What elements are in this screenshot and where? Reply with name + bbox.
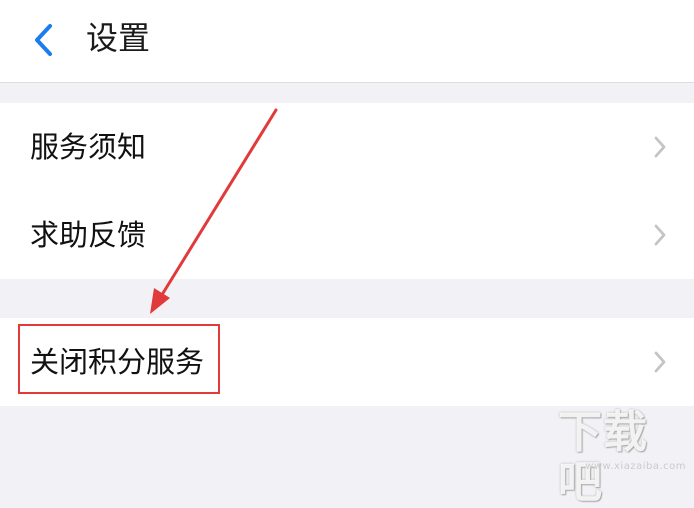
settings-item-help-feedback[interactable]: 求助反馈	[0, 191, 694, 279]
chevron-right-icon	[654, 136, 666, 158]
back-chevron-icon[interactable]	[28, 20, 64, 60]
chevron-right-icon	[654, 351, 666, 373]
settings-item-label: 求助反馈	[30, 218, 147, 252]
watermark-logo: 下载吧 www.xiazaiba.com	[558, 402, 688, 508]
nav-header: 设置	[0, 0, 694, 83]
watermark-url: www.xiazaiba.com	[585, 461, 686, 472]
watermark-text: 下载吧	[558, 407, 648, 508]
page-title: 设置	[86, 19, 151, 57]
settings-group-1: 服务须知 求助反馈	[0, 103, 694, 279]
chevron-right-icon	[654, 224, 666, 246]
settings-item-label: 服务须知	[30, 130, 147, 164]
settings-item-service-notice[interactable]: 服务须知	[0, 103, 694, 191]
highlight-annotation-box	[18, 324, 220, 394]
